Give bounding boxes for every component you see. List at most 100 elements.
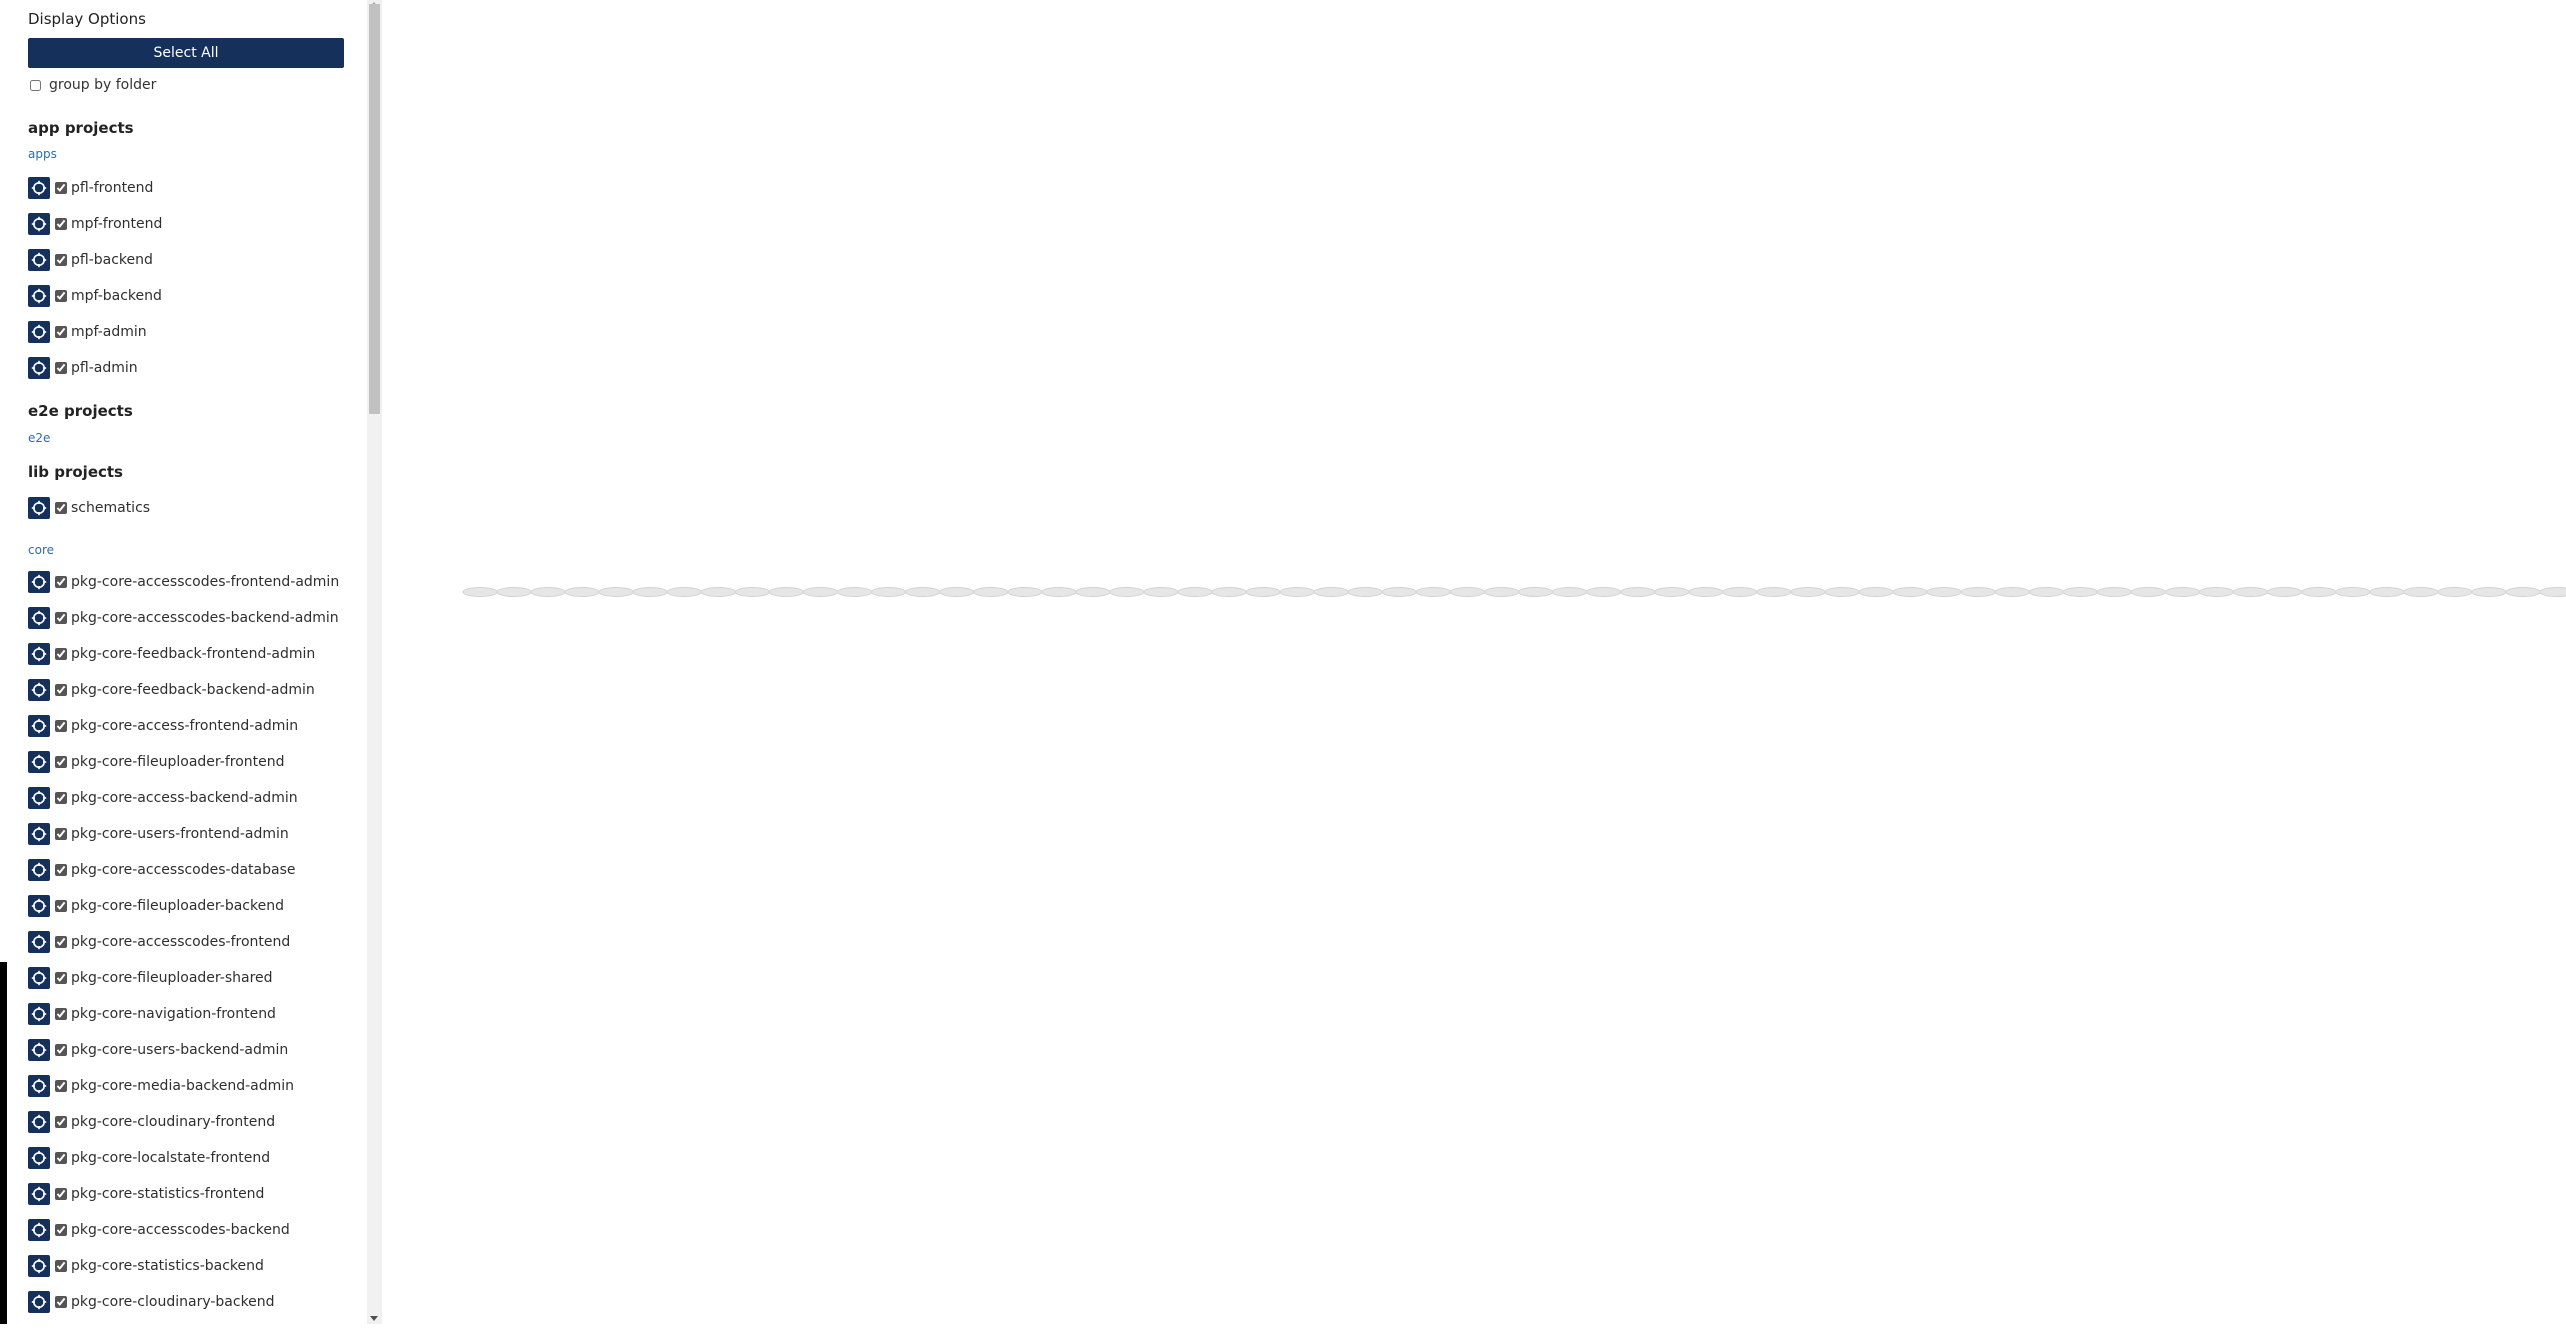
graph-node[interactable] bbox=[1245, 587, 1281, 597]
focus-project-icon[interactable] bbox=[28, 285, 50, 307]
graph-node[interactable] bbox=[1211, 587, 1247, 597]
project-item[interactable]: pkg-core-accesscodes-backend bbox=[28, 1219, 290, 1241]
graph-node[interactable] bbox=[1041, 587, 1077, 597]
graph-node[interactable] bbox=[1654, 587, 1690, 597]
graph-node[interactable] bbox=[700, 587, 736, 597]
graph-node[interactable] bbox=[1756, 587, 1792, 597]
graph-node[interactable] bbox=[2335, 587, 2371, 597]
graph-node[interactable] bbox=[1688, 587, 1724, 597]
project-checkbox[interactable] bbox=[55, 290, 67, 302]
scroll-down-arrow-icon[interactable] bbox=[370, 1316, 378, 1321]
graph-node[interactable] bbox=[1075, 587, 1111, 597]
project-item[interactable]: pfl-frontend bbox=[28, 177, 153, 199]
graph-node[interactable] bbox=[2505, 587, 2541, 597]
project-checkbox[interactable] bbox=[55, 648, 67, 660]
project-checkbox[interactable] bbox=[55, 182, 67, 194]
focus-project-icon[interactable] bbox=[28, 213, 50, 235]
graph-node[interactable] bbox=[1790, 587, 1826, 597]
graph-node[interactable] bbox=[564, 587, 600, 597]
focus-project-icon[interactable] bbox=[28, 571, 50, 593]
focus-project-icon[interactable] bbox=[28, 177, 50, 199]
project-checkbox[interactable] bbox=[55, 612, 67, 624]
focus-project-icon[interactable] bbox=[28, 1111, 50, 1133]
graph-node[interactable] bbox=[2471, 587, 2507, 597]
project-checkbox[interactable] bbox=[55, 972, 67, 984]
project-checkbox[interactable] bbox=[55, 756, 67, 768]
graph-node[interactable] bbox=[939, 587, 975, 597]
graph-node[interactable] bbox=[1892, 587, 1928, 597]
group-by-folder-checkbox[interactable] bbox=[30, 79, 41, 91]
graph-node[interactable] bbox=[2267, 587, 2303, 597]
graph-node[interactable] bbox=[1994, 587, 2030, 597]
scrollbar-thumb[interactable] bbox=[369, 4, 380, 414]
focus-project-icon[interactable] bbox=[28, 859, 50, 881]
project-checkbox[interactable] bbox=[55, 1224, 67, 1236]
project-item[interactable]: pkg-core-cloudinary-frontend bbox=[28, 1111, 275, 1133]
project-item[interactable]: mpf-frontend bbox=[28, 213, 162, 235]
project-item[interactable]: mpf-backend bbox=[28, 285, 162, 307]
graph-node[interactable] bbox=[1858, 587, 1894, 597]
project-item[interactable]: pkg-core-accesscodes-frontend bbox=[28, 931, 290, 953]
graph-node[interactable] bbox=[1552, 587, 1588, 597]
graph-node[interactable] bbox=[598, 587, 634, 597]
project-checkbox[interactable] bbox=[55, 254, 67, 266]
graph-node[interactable] bbox=[905, 587, 941, 597]
graph-node[interactable] bbox=[1109, 587, 1145, 597]
focus-project-icon[interactable] bbox=[28, 967, 50, 989]
project-item[interactable]: pkg-core-feedback-frontend-admin bbox=[28, 643, 315, 665]
focus-project-icon[interactable] bbox=[28, 1075, 50, 1097]
graph-node[interactable] bbox=[837, 587, 872, 597]
graph-node[interactable] bbox=[1484, 587, 1519, 597]
project-checkbox[interactable] bbox=[55, 684, 67, 696]
project-item[interactable]: pkg-core-media-backend-admin bbox=[28, 1075, 294, 1097]
project-checkbox[interactable] bbox=[55, 218, 67, 230]
project-checkbox[interactable] bbox=[55, 502, 67, 514]
graph-node[interactable] bbox=[2403, 587, 2439, 597]
project-checkbox[interactable] bbox=[55, 828, 67, 840]
focus-project-icon[interactable] bbox=[28, 1219, 50, 1241]
graph-node[interactable] bbox=[734, 587, 770, 597]
sidebar-scrollbar[interactable] bbox=[367, 0, 382, 1324]
focus-project-icon[interactable] bbox=[28, 823, 50, 845]
focus-project-icon[interactable] bbox=[28, 931, 50, 953]
project-checkbox[interactable] bbox=[55, 1260, 67, 1272]
graph-node[interactable] bbox=[1960, 587, 1996, 597]
project-item[interactable]: pkg-core-navigation-frontend bbox=[28, 1003, 276, 1025]
graph-node[interactable] bbox=[1586, 587, 1622, 597]
project-item[interactable]: pkg-core-access-backend-admin bbox=[28, 787, 298, 809]
project-checkbox[interactable] bbox=[55, 936, 67, 948]
project-checkbox[interactable] bbox=[55, 326, 67, 338]
graph-node[interactable] bbox=[768, 587, 804, 597]
focus-project-icon[interactable] bbox=[28, 1255, 50, 1277]
project-checkbox[interactable] bbox=[55, 576, 67, 588]
graph-node[interactable] bbox=[2437, 587, 2473, 597]
project-item[interactable]: pkg-core-fileuploader-frontend bbox=[28, 751, 285, 773]
project-item[interactable]: pkg-core-localstate-frontend bbox=[28, 1147, 270, 1169]
focus-project-icon[interactable] bbox=[28, 249, 50, 271]
focus-project-icon[interactable] bbox=[28, 607, 50, 629]
focus-project-icon[interactable] bbox=[28, 1183, 50, 1205]
project-checkbox[interactable] bbox=[55, 1188, 67, 1200]
project-checkbox[interactable] bbox=[55, 1044, 67, 1056]
graph-node[interactable] bbox=[973, 587, 1009, 597]
project-item[interactable]: pkg-core-accesscodes-database bbox=[28, 859, 296, 881]
graph-node[interactable] bbox=[1620, 587, 1656, 597]
graph-node[interactable] bbox=[2233, 587, 2269, 597]
project-checkbox[interactable] bbox=[55, 720, 67, 732]
project-checkbox[interactable] bbox=[55, 1116, 67, 1128]
focus-project-icon[interactable] bbox=[28, 357, 50, 379]
graph-node[interactable] bbox=[1143, 587, 1179, 597]
project-item[interactable]: pkg-core-accesscodes-backend-admin bbox=[28, 607, 339, 629]
project-item[interactable]: pkg-core-statistics-frontend bbox=[28, 1183, 264, 1205]
graph-node[interactable] bbox=[496, 587, 532, 597]
project-checkbox[interactable] bbox=[55, 900, 67, 912]
select-all-button[interactable]: Select All bbox=[28, 38, 344, 68]
graph-node[interactable] bbox=[666, 587, 702, 597]
project-checkbox[interactable] bbox=[55, 792, 67, 804]
focus-project-icon[interactable] bbox=[28, 751, 50, 773]
project-item[interactable]: schematics bbox=[28, 497, 150, 519]
project-item[interactable]: pfl-admin bbox=[28, 357, 138, 379]
project-item[interactable]: pkg-core-users-frontend-admin bbox=[28, 823, 289, 845]
project-item[interactable]: pkg-core-fileuploader-backend bbox=[28, 895, 284, 917]
project-checkbox[interactable] bbox=[55, 1008, 67, 1020]
